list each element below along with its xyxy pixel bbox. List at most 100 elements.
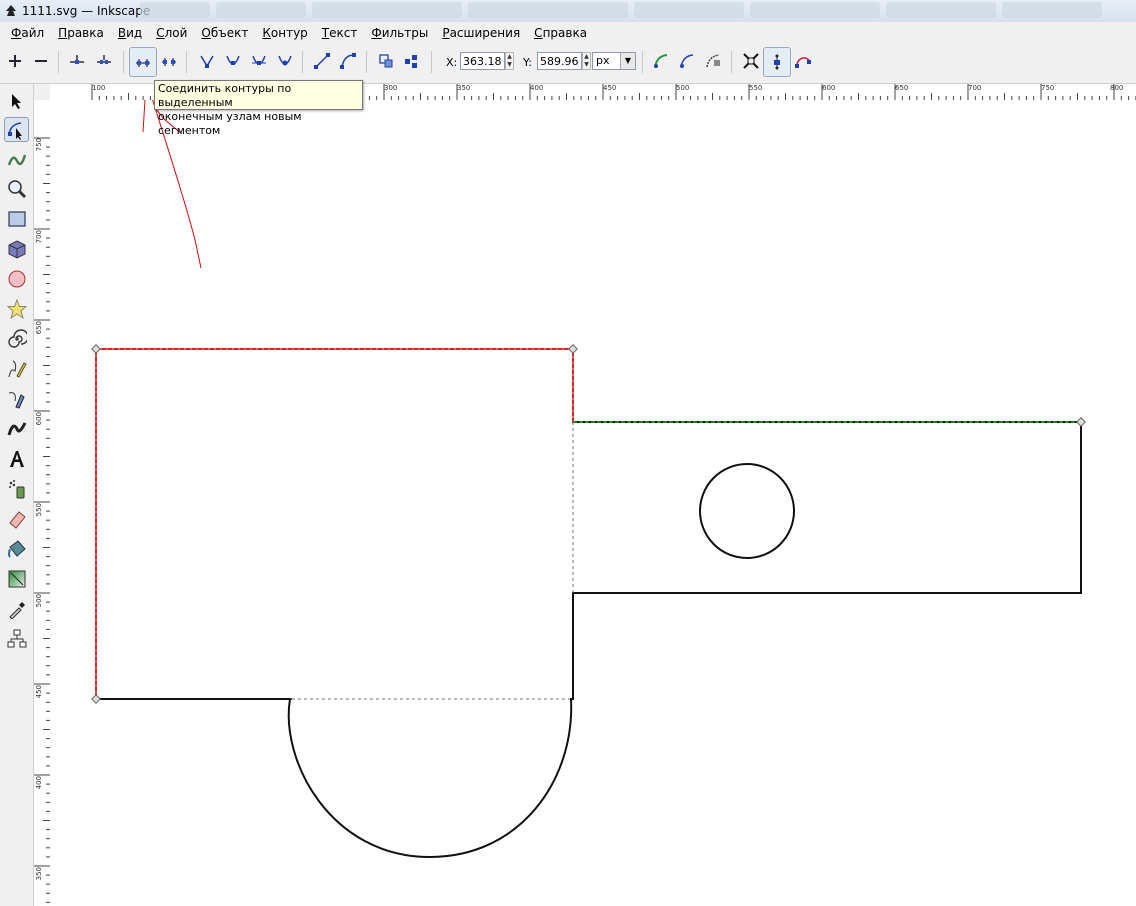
stroke-to-path-icon[interactable]: [401, 50, 423, 72]
y-coordinate-input[interactable]: [537, 52, 582, 70]
inkscape-logo-icon: [6, 5, 16, 16]
tooltip-line-2: оконечным узлам новым сегментом: [158, 110, 302, 137]
calligraphy-icon: [7, 421, 26, 435]
symmetric-node-icon[interactable]: [248, 50, 270, 72]
ellipse-tool[interactable]: [4, 266, 29, 291]
tooltip-line-1: Соединить контуры по выделенным: [158, 82, 292, 109]
delete-segment-icon[interactable]: [158, 50, 180, 72]
menu-filters[interactable]: Фильтры: [364, 26, 435, 40]
x-coordinate-input[interactable]: [460, 52, 505, 70]
line-segment-icon[interactable]: [311, 50, 333, 72]
gradient-tool[interactable]: [4, 566, 29, 591]
menu-view[interactable]: Вид: [111, 26, 149, 40]
menu-extensions[interactable]: Расширения: [435, 26, 527, 40]
show-handles-button[interactable]: [763, 47, 791, 77]
smooth-node-icon[interactable]: [222, 50, 244, 72]
title-bar: 1111.svg — Inkscape: [0, 0, 1136, 23]
box-3d-tool[interactable]: [4, 236, 29, 261]
hruler-label: 750: [1041, 84, 1055, 92]
cusp-node-icon[interactable]: [196, 50, 218, 72]
menu-layer[interactable]: Слой: [149, 26, 194, 40]
main-outline-path[interactable]: [95, 348, 1082, 700]
path-effect-icon[interactable]: [650, 50, 672, 72]
selector-tool[interactable]: [4, 88, 29, 113]
pencil-icon: [8, 360, 27, 378]
menu-help[interactable]: Справка: [527, 26, 594, 40]
calligraphy-tool[interactable]: [4, 416, 29, 441]
dropper-tool[interactable]: [4, 596, 29, 621]
paint-bucket-tool[interactable]: [4, 536, 29, 561]
node-handle[interactable]: [1076, 417, 1086, 427]
menu-path[interactable]: Контур: [255, 26, 314, 40]
delete-node-icon[interactable]: [30, 50, 52, 72]
star-icon: [6, 298, 27, 319]
hruler-label: 650: [895, 84, 909, 92]
selected-path-dash: [95, 348, 574, 699]
show-handles-icon: [774, 54, 780, 70]
spray-tool[interactable]: [4, 476, 29, 501]
hruler-label: 100: [92, 84, 106, 92]
circle-hole[interactable]: [699, 463, 795, 559]
show-outline-icon[interactable]: [792, 50, 814, 72]
path-mask-icon[interactable]: [702, 50, 724, 72]
paint-bucket-icon: [7, 539, 26, 558]
vertical-ruler[interactable]: 750 700 650 600 550 500 450 400 350: [34, 100, 51, 906]
node-handle[interactable]: [91, 344, 101, 354]
unit-select[interactable]: px ▼: [592, 52, 636, 70]
spiral-tool[interactable]: [4, 326, 29, 351]
pen-tool[interactable]: [4, 386, 29, 411]
node-handle[interactable]: [91, 694, 101, 704]
node-handle[interactable]: [568, 344, 578, 354]
node-editor-tool[interactable]: [4, 117, 29, 142]
rectangle-tool[interactable]: [4, 206, 29, 231]
hruler-label: 400: [530, 84, 544, 92]
join-nodes-icon[interactable]: [66, 50, 88, 72]
join-segment-icon: [136, 59, 150, 67]
text-tool[interactable]: [4, 446, 29, 471]
insert-node-icon[interactable]: [4, 50, 26, 72]
spiral-icon: [7, 328, 27, 348]
hruler-label: 550: [749, 84, 763, 92]
object-to-path-icon[interactable]: [375, 50, 397, 72]
toolbox: [0, 84, 34, 906]
pencil-tool[interactable]: [4, 356, 29, 381]
connector-tool[interactable]: [4, 626, 29, 651]
bottom-arc[interactable]: [287, 698, 573, 859]
menu-edit[interactable]: Правка: [51, 26, 111, 40]
curve-segment-icon[interactable]: [337, 50, 359, 72]
auto-smooth-node-icon[interactable]: [274, 50, 296, 72]
star-tool[interactable]: [4, 296, 29, 321]
vruler-label: 700: [35, 230, 43, 244]
break-path-icon[interactable]: [93, 50, 115, 72]
drawing-canvas[interactable]: [50, 100, 1136, 906]
menu-object[interactable]: Объект: [194, 26, 255, 40]
transform-handles-icon[interactable]: [740, 50, 762, 72]
node-editor-icon: [7, 121, 22, 140]
eraser-tool[interactable]: [4, 506, 29, 531]
join-segment-button[interactable]: [129, 47, 157, 77]
vruler-label: 350: [35, 867, 43, 881]
connector-icon: [7, 629, 26, 647]
vruler-label: 600: [35, 412, 43, 426]
vruler-label: 650: [35, 321, 43, 335]
selected-path-red[interactable]: [95, 348, 574, 699]
tweak-tool[interactable]: [4, 146, 29, 171]
rectangle-icon: [7, 210, 26, 227]
menu-file[interactable]: Файл: [4, 26, 51, 40]
zoom-icon: [7, 179, 26, 198]
menu-text[interactable]: Текст: [315, 26, 365, 40]
vruler-label: 450: [35, 685, 43, 699]
hruler-label: 700: [968, 84, 982, 92]
hruler-label: 500: [676, 84, 690, 92]
y-spin-button[interactable]: ▲ ▼: [582, 52, 591, 70]
spray-icon: [8, 479, 24, 498]
zoom-tool[interactable]: [4, 176, 29, 201]
text-icon: [9, 450, 24, 467]
vruler-label: 400: [35, 776, 43, 790]
hruler-label: 600: [822, 84, 836, 92]
dropper-icon: [8, 601, 25, 619]
vruler-label: 750: [35, 138, 43, 152]
x-spin-button[interactable]: ▲ ▼: [505, 52, 514, 70]
node-tool-controls-bar: X: ▲▼ Y: ▲▼ px ▼: [0, 43, 1136, 84]
path-clip-icon[interactable]: [676, 50, 698, 72]
